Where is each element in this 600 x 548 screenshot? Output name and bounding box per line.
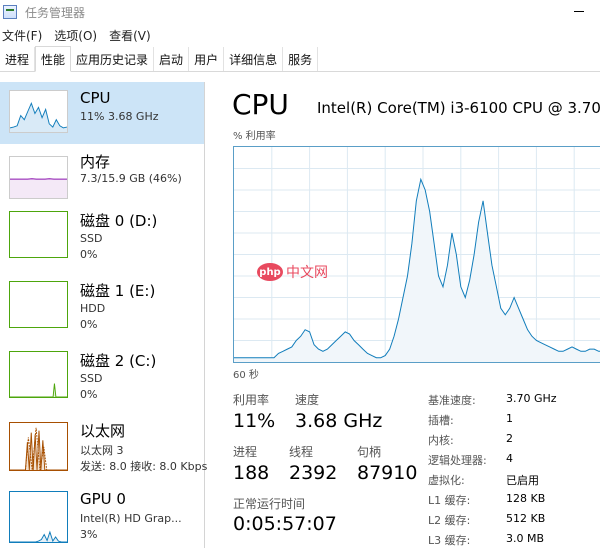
resource-sidebar: CPU 11% 3.68 GHz 内存 7.3/15.9 GB (46%) 磁盘… (0, 82, 208, 548)
minimize-icon[interactable] (572, 4, 586, 18)
watermark-logo: php (257, 263, 283, 281)
spec-l2-cache-value: 512 KB (506, 512, 546, 525)
menu-file[interactable]: 文件(F) (0, 27, 52, 44)
utilization-label: 利用率 (233, 393, 270, 407)
sidebar-item-memory[interactable]: 内存 7.3/15.9 GB (46%) (0, 148, 204, 210)
sidebar-item-cpu[interactable]: CPU 11% 3.68 GHz (0, 82, 204, 144)
spec-virtualization-value: 已启用 (506, 474, 539, 487)
sidebar-item-disk-1[interactable]: 磁盘 1 (E:) HDD 0% (0, 278, 204, 340)
spec-logical-processors-value: 4 (506, 452, 513, 465)
graph-axis-label: % 利用率 (233, 131, 276, 142)
disk-2-thumb-line (10, 383, 67, 397)
sidebar-item-usage: 0% (80, 318, 98, 331)
sidebar-item-name: 磁盘 2 (C:) (80, 352, 157, 370)
spec-sockets-label: 插槽: (428, 414, 454, 427)
sidebar-item-type: SSD (80, 372, 103, 385)
sidebar-item-usage: 0% (80, 248, 98, 261)
cpu-utilization-graph (233, 146, 600, 363)
spec-l1-cache-value: 128 KB (506, 492, 546, 505)
sidebar-item-type: SSD (80, 232, 103, 245)
uptime-value: 0:05:57:07 (233, 513, 337, 535)
disk-1-thumbnail-graph (9, 281, 68, 328)
tab-bar: 进程 性能 应用历史记录 启动 用户 详细信息 服务 (0, 46, 600, 72)
processes-value: 188 (233, 462, 270, 484)
sidebar-item-disk-2[interactable]: 磁盘 2 (C:) SSD 0% (0, 348, 204, 410)
disk-2-thumbnail-graph (9, 351, 68, 398)
graph-time-label: 60 秒 (233, 370, 259, 381)
memory-thumb-area (10, 178, 67, 198)
spec-cores-label: 内核: (428, 434, 454, 447)
sidebar-item-adapter: Intel(R) HD Grap... (80, 512, 182, 525)
spec-base-speed-label: 基准速度: (428, 394, 476, 407)
disk-0-thumbnail-graph (9, 211, 68, 258)
task-manager-icon (3, 5, 17, 19)
sidebar-item-name: 以太网 (80, 422, 126, 440)
uptime-label: 正常运行时间 (233, 497, 306, 511)
tab-app-history[interactable]: 应用历史记录 (71, 47, 155, 71)
handles-label: 句柄 (357, 445, 382, 459)
sidebar-item-type: HDD (80, 302, 106, 315)
cpu-detail-panel: CPU Intel(R) Core(TM) i3-6100 CPU @ 3.70… (206, 82, 600, 548)
tab-processes[interactable]: 进程 (0, 47, 36, 71)
cpu-thumbnail-graph (9, 90, 68, 133)
gpu-thumb-line (10, 530, 67, 542)
utilization-value: 11% (233, 410, 276, 432)
window-title: 任务管理器 (25, 5, 86, 20)
speed-value: 3.68 GHz (295, 410, 383, 432)
sidebar-item-detail: 7.3/15.9 GB (46%) (80, 172, 182, 185)
memory-thumbnail-graph (9, 156, 68, 199)
tab-users[interactable]: 用户 (189, 47, 225, 71)
menu-bar: 文件(F) 选项(O) 查看(V) (0, 24, 600, 46)
threads-value: 2392 (289, 462, 338, 484)
spec-l3-cache-label: L3 缓存: (428, 534, 471, 547)
cpu-model-name: Intel(R) Core(TM) i3-6100 CPU @ 3.70GHz (317, 99, 600, 117)
sidebar-item-name: GPU 0 (80, 490, 126, 508)
spec-sockets-value: 1 (506, 412, 513, 425)
spec-cores-value: 2 (506, 432, 513, 445)
page-title: CPU (232, 88, 289, 121)
spec-virtualization-label: 虚拟化: (428, 474, 465, 487)
tab-services[interactable]: 服务 (283, 47, 319, 71)
sidebar-item-gpu-0[interactable]: GPU 0 Intel(R) HD Grap... 3% (0, 486, 204, 548)
sidebar-item-throughput: 发送: 8.0 接收: 8.0 Kbps (80, 460, 208, 473)
ethernet-thumbnail-graph (9, 422, 68, 471)
spec-l2-cache-label: L2 缓存: (428, 514, 471, 527)
sidebar-item-detail: 11% 3.68 GHz (80, 110, 159, 123)
sidebar-item-name: 磁盘 1 (E:) (80, 282, 156, 300)
speed-label: 速度 (295, 393, 320, 407)
sidebar-item-usage: 0% (80, 388, 98, 401)
site-watermark: php 中文网 (257, 262, 328, 282)
sidebar-item-usage: 3% (80, 528, 98, 541)
disk-2-thumb-area (10, 383, 67, 397)
tab-details[interactable]: 详细信息 (224, 47, 284, 71)
gpu-thumbnail-graph (9, 491, 68, 543)
tab-performance[interactable]: 性能 (35, 46, 72, 72)
sidebar-item-disk-0[interactable]: 磁盘 0 (D:) SSD 0% (0, 208, 204, 270)
sidebar-item-ethernet[interactable]: 以太网 以太网 3 发送: 8.0 接收: 8.0 Kbps (0, 418, 208, 480)
menu-view[interactable]: 查看(V) (107, 27, 161, 44)
menu-options[interactable]: 选项(O) (52, 27, 107, 44)
threads-label: 线程 (289, 445, 314, 459)
sidebar-item-name: 磁盘 0 (D:) (80, 212, 158, 230)
sidebar-item-name: CPU (80, 89, 111, 107)
handles-value: 87910 (357, 462, 418, 484)
spec-logical-processors-label: 逻辑处理器: (428, 454, 487, 467)
sidebar-item-adapter: 以太网 3 (80, 444, 124, 457)
spec-l3-cache-value: 3.0 MB (506, 532, 545, 545)
sidebar-item-name: 内存 (80, 153, 111, 171)
watermark-text: 中文网 (286, 265, 328, 281)
spec-base-speed-value: 3.70 GHz (506, 392, 557, 405)
tab-startup[interactable]: 启动 (154, 47, 190, 71)
title-bar: 任务管理器 (0, 0, 600, 24)
spec-l1-cache-label: L1 缓存: (428, 494, 471, 507)
processes-label: 进程 (233, 445, 258, 459)
